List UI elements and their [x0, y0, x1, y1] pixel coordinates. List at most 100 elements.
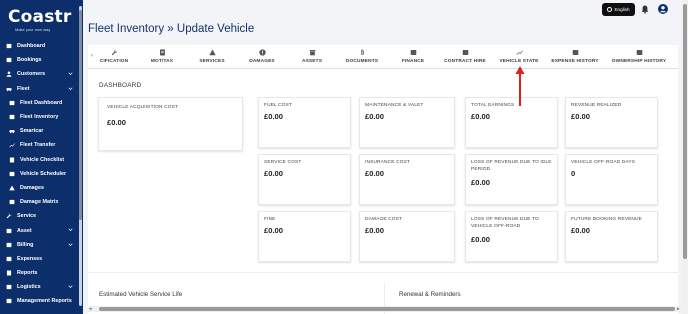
service-life-heading: Estimated Vehicle Service Life	[99, 291, 183, 298]
sidebar-item-label: Service	[17, 213, 37, 220]
language-button[interactable]: English	[602, 3, 635, 16]
sidebar-item[interactable]: Fleet	[0, 82, 83, 96]
vehicle-scheduler-icon	[9, 171, 15, 177]
sidebar-item-label: Management Reports	[17, 298, 72, 305]
tab-label: CONTRACT HIRE	[444, 59, 486, 64]
sidebar-item-label: Fleet Dashboard	[20, 99, 63, 106]
logistics-icon	[6, 284, 12, 290]
expenses-icon	[6, 256, 12, 262]
sidebar-item[interactable]: Damage Matrix	[0, 195, 83, 209]
metric-card: SERVICE COST £0.00	[258, 154, 351, 205]
sidebar-scrollbar-thumb[interactable]	[79, 10, 82, 220]
metric-card: MAINTENANCE & VALET £0.00	[359, 97, 455, 148]
sidebar-item[interactable]: Bookings	[0, 53, 83, 67]
card-value: £0.00	[471, 178, 491, 187]
sidebar-item-label: Smartcar	[20, 128, 44, 135]
sidebar-item-label: Dashboard	[17, 43, 46, 50]
sidebar-item[interactable]: Damages	[0, 181, 83, 195]
sidebar-item-label: Expenses	[17, 255, 43, 262]
metric-card: VEHICLE OFF-ROAD DAYS 0	[565, 154, 658, 205]
page-vertical-scrollbar-thumb[interactable]	[683, 4, 687, 259]
sidebar-item[interactable]: Management Reports	[0, 294, 83, 308]
sidebar-item[interactable]: Service	[0, 209, 83, 223]
metric-card: TOTAL EARNINGS £0.00	[465, 97, 558, 148]
user-avatar-icon[interactable]	[658, 4, 668, 14]
chevron-down-icon[interactable]	[68, 227, 73, 232]
sidebar-item-label: Fleet Inventory	[20, 114, 59, 121]
tab-label: MOT/TAX	[150, 59, 174, 64]
card-value: £0.00	[107, 118, 127, 127]
metric-card: INSURANCE COST £0.00	[359, 154, 455, 205]
sidebar-item-label: Fleet	[17, 85, 30, 92]
reports-icon	[6, 270, 12, 276]
globe-icon	[607, 7, 613, 12]
top-header: Fleet Inventory » Update Vehicle English	[83, 0, 688, 44]
logo-wordmark: Coastr	[8, 7, 72, 27]
card-label: FUTURE BOOKING REVENUE	[571, 217, 642, 222]
breadcrumb-parent[interactable]: Fleet Inventory	[88, 23, 164, 35]
service-icon	[6, 213, 12, 219]
card-value: £0.00	[471, 235, 491, 244]
card-value: £0.00	[264, 112, 284, 121]
tab[interactable]: EXPENSE HISTORY	[545, 49, 605, 69]
alert-circle-icon	[258, 49, 266, 56]
tab-label: DAMAGES	[249, 59, 275, 64]
sidebar-item[interactable]: Dashboard	[0, 39, 83, 53]
tab[interactable]: CONTRACT HIRE	[435, 49, 495, 69]
sidebar-item[interactable]: Reports	[0, 266, 83, 280]
tab-label: VEHICLE STATE	[499, 59, 539, 64]
sidebar-item[interactable]: Vehicle Scheduler	[0, 167, 83, 181]
card-value: £0.00	[571, 226, 591, 235]
chevron-down-icon[interactable]	[68, 71, 73, 76]
dashboard-icon	[6, 43, 12, 49]
sidebar-item[interactable]: Vehicle Checklist	[0, 153, 83, 167]
tab[interactable]: FINANCE	[383, 49, 443, 69]
card-label: FUEL COST	[264, 103, 293, 108]
card-label: FINE	[264, 217, 276, 222]
coastr-logo[interactable]: Coastr Make your own way	[8, 9, 74, 35]
metric-card: DAMAGE COST £0.00	[359, 211, 455, 262]
sidebar-item-label: Bookings	[17, 57, 42, 64]
sidebar-item[interactable]: Fleet Dashboard	[0, 96, 83, 110]
card-label: VEHICLE ACQUISITION COST	[107, 105, 179, 110]
card-label: MAINTENANCE & VALET	[365, 103, 424, 108]
dashboard-title: DASHBOARD	[99, 82, 142, 89]
sidebar-item-label: Customers	[17, 71, 46, 78]
bell-icon[interactable]	[641, 5, 649, 14]
tab-label: SERVICES	[199, 59, 225, 64]
fleet-transfer-icon	[9, 142, 15, 148]
card-label: LOSS OF REVENUE DUE TO VEHICLE OFF-ROAD	[471, 217, 539, 229]
sidebar-nav: Dashboard Bookings Customers Fleet Fleet Das…	[0, 39, 83, 309]
warning-icon	[208, 49, 216, 56]
sidebar-item[interactable]: Expenses	[0, 252, 83, 266]
vehicle-checklist-icon	[9, 157, 15, 163]
sidebar-item-label: Billing	[17, 241, 34, 248]
sidebar-item[interactable]: Billing	[0, 238, 83, 252]
card-label: VEHICLE OFF-ROAD DAYS	[571, 160, 636, 165]
sidebar-item[interactable]: Fleet Inventory	[0, 110, 83, 124]
card-value: £0.00	[365, 226, 385, 235]
scroll-right-arrow-icon[interactable]: ▸	[677, 306, 680, 312]
chevron-down-icon[interactable]	[68, 284, 73, 289]
asset-icon	[6, 228, 12, 234]
sidebar-item-label: Asset	[17, 227, 32, 234]
customers-icon	[6, 71, 12, 78]
scroll-left-arrow-icon[interactable]: ◂	[89, 306, 92, 312]
vehicle-state-icon	[515, 50, 523, 55]
sidebar-item[interactable]: Smartcar	[0, 124, 83, 138]
page-horizontal-scrollbar-thumb[interactable]	[99, 307, 675, 311]
sidebar-item[interactable]: Fleet Transfer	[0, 138, 83, 152]
metric-card: LOSS OF REVENUE DUE TO IDLE PERIOD £0.00	[465, 154, 558, 205]
damage-matrix-icon	[9, 199, 15, 205]
sidebar-item[interactable]: Asset	[0, 223, 83, 237]
tab[interactable]: OWNERSHIP HISTORY	[609, 49, 669, 69]
sidebar-item[interactable]: Customers	[0, 67, 83, 81]
chevron-down-icon[interactable]	[68, 86, 73, 91]
sidebar-item-label: Fleet Transfer	[20, 142, 56, 149]
chevron-down-icon[interactable]	[68, 242, 73, 247]
language-label: English	[614, 7, 630, 12]
document-icon	[159, 49, 165, 56]
main-content: DASHBOARD VEHICLE ACQUISITION COST £0.00…	[88, 69, 678, 314]
sidebar-item[interactable]: Logistics	[0, 280, 83, 294]
tab-label: FINANCE	[401, 59, 425, 64]
